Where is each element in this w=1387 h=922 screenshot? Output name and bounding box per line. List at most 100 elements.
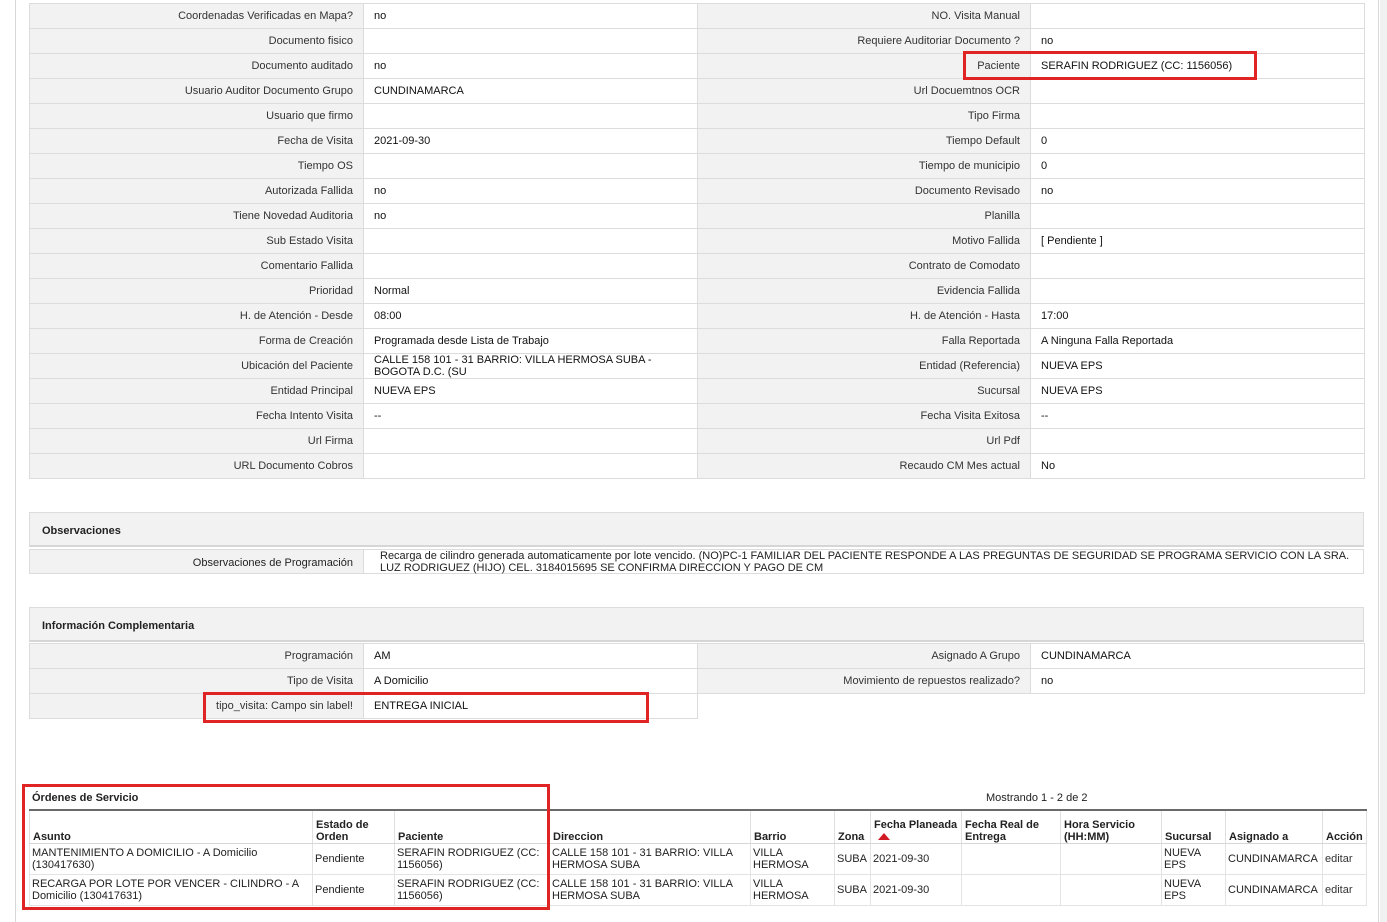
order-cell-asignado: CUNDINAMARCA [1225,842,1323,875]
field-value: 0 [1030,128,1365,154]
detail-row: H. de Atención - Desde 08:00 H. de Atenció… [29,303,1365,329]
field-value [1030,428,1365,454]
col-fecha-real[interactable]: Fecha Real de Entrega [961,809,1061,844]
order-cell-fecha-planeada: 2021-09-30 [870,842,962,875]
order-row[interactable]: RECARGA POR LOTE POR VENCER - CILINDRO -… [29,873,1367,906]
detail-row: Usuario Auditor Documento Grupo CUNDINAMA… [29,78,1365,104]
order-cell-fecha-real [961,842,1061,875]
field-value: 2021-09-30 [363,128,698,154]
order-cell-sucursal: NUEVA EPS [1161,842,1226,875]
field-label: Ubicación del Paciente [29,353,364,379]
field-label: Paciente [697,53,1031,79]
col-sucursal[interactable]: Sucursal [1161,809,1226,844]
detail-row: Fecha Intento Visita -- Fecha Visita Exito… [29,403,1365,429]
field-value: NUEVA EPS [1030,378,1365,404]
field-label: Sucursal [697,378,1031,404]
detail-row: Forma de Creación Programada desde Lista … [29,328,1365,354]
edit-order-link[interactable]: editar [1325,884,1353,896]
field-label: H. de Atención - Hasta [697,303,1031,329]
field-value [363,153,698,179]
field-label: Programación [29,643,364,669]
field-label: H. de Atención - Desde [29,303,364,329]
field-value [1030,253,1365,279]
col-estado[interactable]: Estado de Orden [312,809,395,844]
field-label: Coordenadas Verificadas en Mapa? [29,3,364,29]
field-value: -- [363,403,698,429]
info-complementaria-header: Información Complementaria [29,607,1364,642]
field-label: Tipo de Visita [29,668,364,694]
vertical-scrollbar[interactable] [1380,0,1387,922]
content-frame-right [1378,0,1379,922]
field-value: CUNDINAMARCA [363,78,698,104]
field-value: -- [1030,403,1365,429]
detail-row: Usuario que firmo Tipo Firma [29,103,1365,129]
col-asunto[interactable]: Asunto [29,809,313,844]
field-label: Url Firma [29,428,364,454]
tipo-visita-table: tipo_visita: Campo sin label! ENTREGA IN… [29,693,698,719]
field-label: Planilla [697,203,1031,229]
field-value: No [1030,453,1365,479]
field-label: Evidencia Fallida [697,278,1031,304]
field-value [363,103,698,129]
field-label: Fecha de Visita [29,128,364,154]
order-cell-fecha-real [961,873,1061,906]
col-barrio[interactable]: Barrio [750,809,835,844]
order-cell-barrio: VILLA HERMOSA [750,842,835,875]
field-value: no [363,203,698,229]
field-label: Requiere Auditoriar Documento ? [697,28,1031,54]
content-frame-left [15,0,16,922]
field-value: 08:00 [363,303,698,329]
field-label: Sub Estado Visita [29,228,364,254]
order-cell-accion: editar [1322,873,1367,906]
col-hora[interactable]: Hora Servicio (HH:MM) [1060,809,1162,844]
field-label: Url Docuemtnos OCR [697,78,1031,104]
order-row[interactable]: MANTENIMIENTO A DOMICILIO - A Domicilio … [29,842,1367,875]
sort-ascending-icon[interactable] [878,833,890,841]
field-value: A Ninguna Falla Reportada [1030,328,1365,354]
field-value: 0 [1030,153,1365,179]
field-label: NO. Visita Manual [697,3,1031,29]
orders-body: MANTENIMIENTO A DOMICILIO - A Domicilio … [29,842,1367,906]
detail-row: URL Documento Cobros Recaudo CM Mes actua… [29,453,1365,479]
field-value [1030,103,1365,129]
detail-row: Url Firma Url Pdf [29,428,1365,454]
col-paciente[interactable]: Paciente [394,809,550,844]
orders-table: Asunto Estado de Orden Paciente Direccio… [29,809,1367,906]
field-label: Forma de Creación [29,328,364,354]
visit-detail-table: Coordenadas Verificadas en Mapa? no NO. Vi… [29,3,1365,479]
field-label: Documento Revisado [697,178,1031,204]
order-cell-asignado: CUNDINAMARCA [1225,873,1323,906]
field-value: NUEVA EPS [1030,353,1365,379]
col-fecha-planeada[interactable]: Fecha Planeada [870,809,962,844]
field-value: no [1030,668,1365,694]
field-value [1030,278,1365,304]
order-cell-zona: SUBA [834,873,871,906]
col-accion: Acción [1322,809,1367,844]
field-label: Tiempo OS [29,153,364,179]
col-fecha-planeada-label: Fecha Planeada [874,818,958,831]
observaciones-label: Observaciones de Programación [30,550,364,573]
field-value: Normal [363,278,698,304]
col-zona[interactable]: Zona [834,809,871,844]
field-value [1030,3,1365,29]
field-label: Prioridad [29,278,364,304]
detail-row: Coordenadas Verificadas en Mapa? no NO. Vi… [29,3,1365,29]
order-cell-zona: SUBA [834,842,871,875]
detail-row: Fecha de Visita 2021-09-30 Tiempo Default 0 [29,128,1365,154]
detail-row: Ubicación del Paciente CALLE 158 101 - 31… [29,353,1365,379]
field-label: Usuario que firmo [29,103,364,129]
complementaria-row: Programación AM Asignado A Grupo CUNDINAMAR… [29,643,1365,669]
col-asignado[interactable]: Asignado a [1225,809,1323,844]
pagination-info: Mostrando 1 - 2 de 2 [986,792,1088,804]
field-value [363,28,698,54]
col-direccion[interactable]: Direccion [549,809,751,844]
order-cell-direccion: CALLE 158 101 - 31 BARRIO: VILLA HERMOSA… [549,842,751,875]
field-value: A Domicilio [363,668,698,694]
detail-row: Tiempo OS Tiempo de municipio 0 [29,153,1365,179]
field-value: no [1030,28,1365,54]
field-label: Falla Reportada [697,328,1031,354]
edit-order-link[interactable]: editar [1325,853,1353,865]
order-cell-asunto: RECARGA POR LOTE POR VENCER - CILINDRO -… [29,873,313,906]
field-value: [ Pendiente ] [1030,228,1365,254]
tipo-visita-label: tipo_visita: Campo sin label! [29,693,364,719]
